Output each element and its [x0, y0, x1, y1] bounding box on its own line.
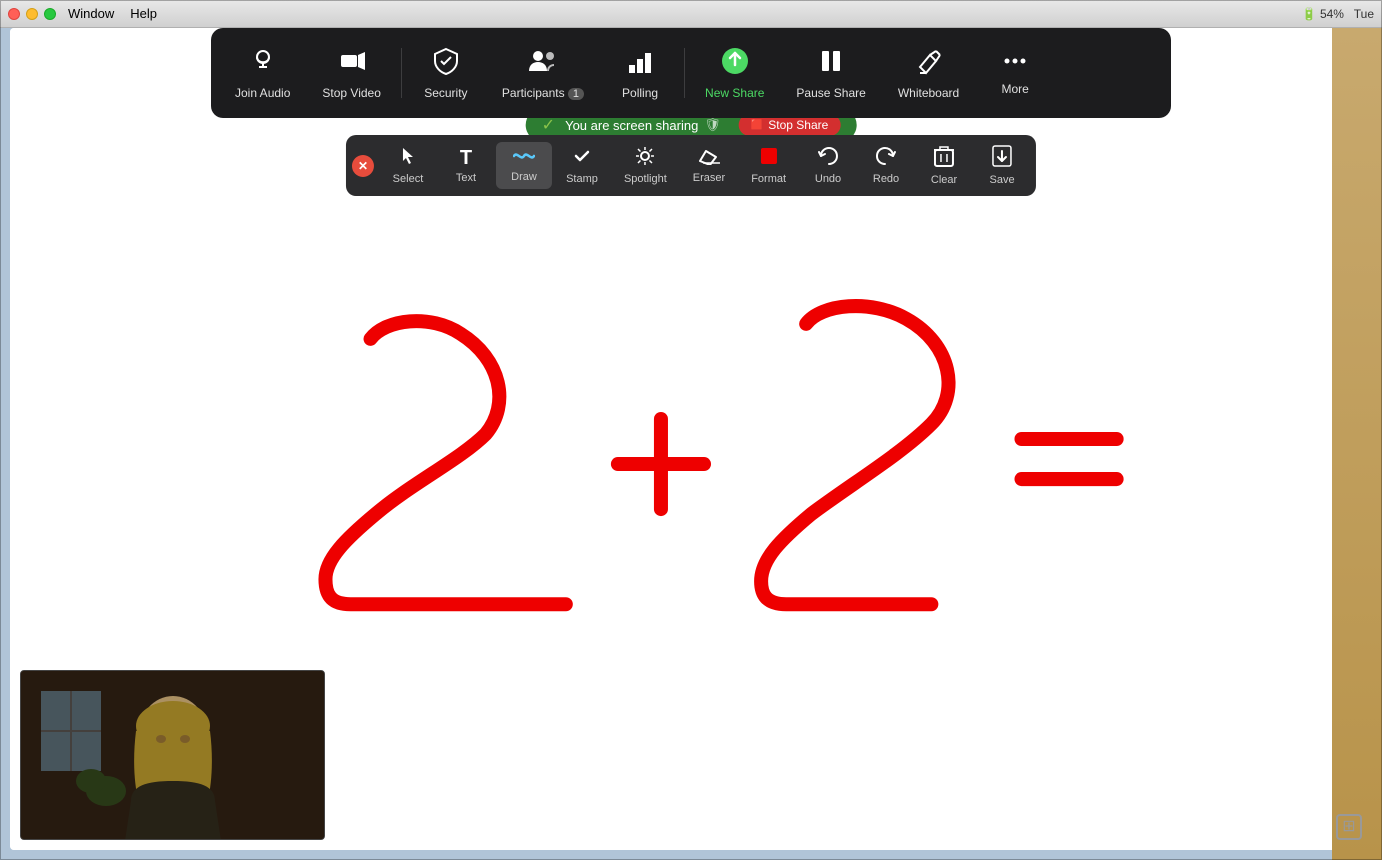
toolbar-new-share[interactable]: New Share: [689, 39, 780, 108]
security-icon: [433, 47, 459, 80]
spotlight-icon: [635, 146, 655, 169]
toolbar-join-audio[interactable]: Join Audio: [219, 39, 306, 108]
eraser-icon: [698, 147, 720, 168]
annotation-save[interactable]: Save: [974, 139, 1030, 192]
pause-share-label: Pause Share: [796, 86, 865, 100]
participants-label: Participants 1: [502, 86, 584, 100]
new-share-icon: [721, 47, 749, 80]
text-label: Text: [456, 172, 476, 184]
share-banner-text: You are screen sharing 🛡: [565, 117, 721, 133]
toolbar-polling[interactable]: Polling: [600, 39, 680, 108]
menu-bar: Window Help: [68, 6, 157, 21]
annotation-format[interactable]: Format: [739, 141, 798, 191]
join-audio-label: Join Audio: [235, 86, 290, 100]
system-icons: 🔋 54% Tue: [1302, 7, 1374, 21]
annotation-draw[interactable]: Draw: [496, 142, 552, 189]
expand-icon-symbol: ⊞: [1342, 819, 1355, 835]
select-label: Select: [393, 173, 424, 185]
annotation-spotlight[interactable]: Spotlight: [612, 140, 679, 191]
whiteboard-label: Whiteboard: [898, 86, 959, 100]
more-label: More: [1002, 82, 1029, 96]
share-check-icon: ✓: [542, 115, 555, 135]
annotation-text[interactable]: T Text: [438, 142, 494, 190]
toolbar-participants[interactable]: Participants 1: [486, 39, 600, 108]
text-icon: T: [460, 148, 472, 168]
format-label: Format: [751, 173, 786, 185]
select-icon: [398, 146, 418, 169]
annotation-redo[interactable]: Redo: [858, 140, 914, 191]
format-icon: [760, 147, 778, 169]
stop-video-label: Stop Video: [322, 86, 381, 100]
expand-button[interactable]: ⊞: [1336, 814, 1362, 840]
polling-label: Polling: [622, 86, 658, 100]
annotation-close-button[interactable]: ✕: [352, 155, 374, 177]
draw-label: Draw: [511, 171, 537, 183]
draw-icon: [513, 148, 535, 167]
traffic-lights: [8, 8, 56, 20]
toolbar-pause-share[interactable]: Pause Share: [780, 39, 881, 108]
redo-label: Redo: [873, 173, 899, 185]
more-icon: [1002, 51, 1028, 76]
toolbar-more[interactable]: More: [975, 43, 1055, 104]
stop-video-icon: [338, 47, 366, 80]
shield-icon: 🛡: [704, 117, 721, 133]
annotation-clear[interactable]: Clear: [916, 139, 972, 192]
toolbar-stop-video[interactable]: Stop Video: [306, 39, 397, 108]
annotation-stamp[interactable]: Stamp: [554, 140, 610, 191]
save-label: Save: [989, 174, 1014, 186]
clear-icon: [934, 145, 954, 170]
redo-icon: [875, 146, 897, 169]
pause-share-icon: [818, 47, 844, 80]
save-icon: [992, 145, 1012, 170]
minimize-button[interactable]: [26, 8, 38, 20]
new-share-label: New Share: [705, 86, 764, 100]
menu-help[interactable]: Help: [130, 6, 157, 21]
toolbar-divider-1: [401, 48, 402, 98]
participants-icon: [527, 47, 559, 80]
stop-icon: 🟥: [751, 120, 763, 131]
whiteboard-icon: [916, 47, 942, 80]
spotlight-label: Spotlight: [624, 173, 667, 185]
polling-icon: [627, 47, 653, 80]
video-person: [21, 671, 324, 839]
annotation-eraser[interactable]: Eraser: [681, 141, 737, 190]
annotation-toolbar: ✕ Select T Text Draw Stamp: [346, 135, 1036, 196]
video-thumbnail: [20, 670, 325, 840]
menu-window[interactable]: Window: [68, 6, 114, 21]
close-button[interactable]: [8, 8, 20, 20]
stamp-label: Stamp: [566, 173, 598, 185]
toolbar-divider-2: [684, 48, 685, 98]
title-bar: Window Help 🔋 54% Tue: [0, 0, 1382, 28]
toolbar-whiteboard[interactable]: Whiteboard: [882, 39, 975, 108]
desk-decoration: [1332, 28, 1382, 860]
system-status-bar: 🔋 54% Tue: [1302, 7, 1374, 21]
annotation-undo[interactable]: Undo: [800, 140, 856, 191]
undo-icon: [817, 146, 839, 169]
undo-label: Undo: [815, 173, 841, 185]
clear-label: Clear: [931, 174, 957, 186]
eraser-label: Eraser: [693, 172, 725, 184]
join-audio-icon: [249, 47, 277, 80]
maximize-button[interactable]: [44, 8, 56, 20]
stamp-icon: [572, 146, 592, 169]
annotation-select[interactable]: Select: [380, 140, 436, 191]
toolbar-security[interactable]: Security: [406, 39, 486, 108]
zoom-toolbar: Join Audio Stop Video Security: [211, 28, 1171, 118]
security-label: Security: [424, 86, 467, 100]
